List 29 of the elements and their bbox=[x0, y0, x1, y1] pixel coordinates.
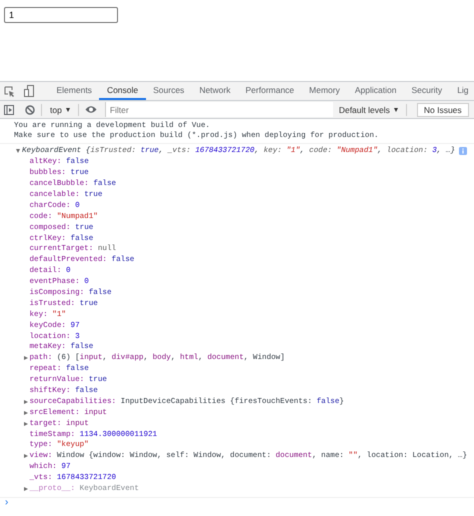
expand-arrow-icon[interactable] bbox=[24, 487, 28, 492]
expand-arrow-icon[interactable] bbox=[24, 454, 28, 458]
expand-arrow-icon[interactable] bbox=[24, 356, 28, 360]
info-icon bbox=[459, 147, 468, 156]
panel-tab[interactable]: Security bbox=[404, 82, 450, 100]
inspect-icon[interactable] bbox=[4, 86, 15, 96]
panel-tab[interactable]: Performance bbox=[238, 82, 302, 100]
panel-tab[interactable]: Elements bbox=[49, 82, 100, 100]
console-prompt[interactable]: › bbox=[5, 498, 8, 506]
expand-arrow-icon[interactable] bbox=[24, 400, 28, 404]
sidebar-icon[interactable] bbox=[4, 104, 14, 114]
caret-icon bbox=[394, 108, 398, 112]
device-toolbar-icon[interactable] bbox=[24, 85, 34, 97]
issues-button[interactable]: No Issues bbox=[416, 102, 469, 116]
expand-arrow-icon[interactable] bbox=[24, 422, 28, 426]
expand-arrow-icon[interactable] bbox=[24, 410, 28, 415]
context-dropdown[interactable]: top bbox=[48, 104, 72, 114]
panel-tab[interactable]: Lig bbox=[450, 82, 474, 100]
text-input[interactable]: 1 bbox=[4, 7, 118, 23]
eye-icon[interactable] bbox=[84, 105, 97, 114]
caret-icon bbox=[66, 108, 70, 112]
expand-arrow-icon[interactable] bbox=[16, 149, 20, 154]
panel-tab[interactable]: Memory bbox=[302, 82, 348, 100]
clear-icon[interactable] bbox=[25, 104, 35, 114]
panel-tab[interactable]: Sources bbox=[146, 82, 192, 100]
filter-field[interactable]: Filter bbox=[104, 102, 333, 117]
panel-tab[interactable]: Network bbox=[192, 82, 238, 100]
log-levels-dropdown[interactable]: Default levels bbox=[336, 104, 400, 114]
panel-tab[interactable]: Application bbox=[347, 82, 404, 100]
